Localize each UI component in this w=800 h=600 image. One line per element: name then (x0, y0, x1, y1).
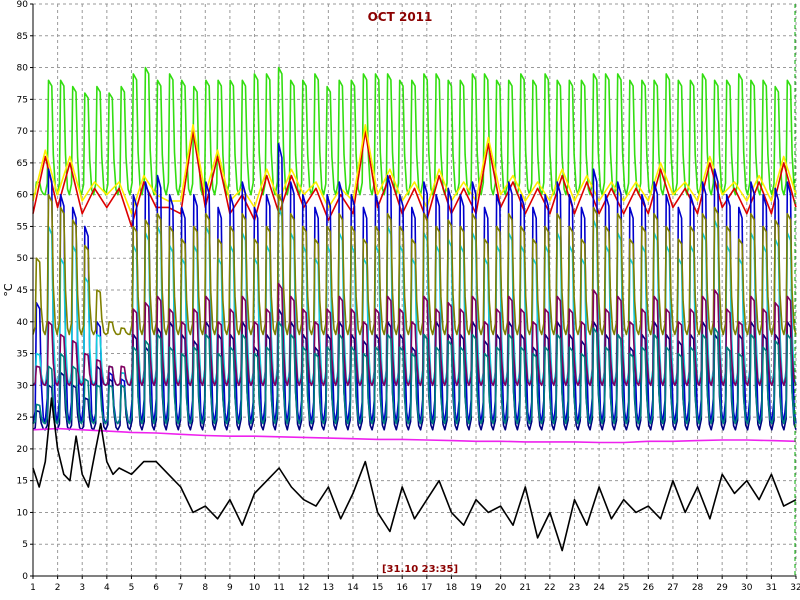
temperature-chart: 0510152025303540455055606570758085901 2 3 4… (0, 0, 800, 600)
x-tick-label: 24 (593, 583, 605, 593)
x-tick-label: 4 (104, 583, 110, 593)
x-tick-label: 12 (298, 583, 309, 593)
x-tick-label: 25 (618, 583, 629, 593)
y-tick-label: 50 (17, 254, 29, 264)
x-tick-label: 29 (716, 583, 728, 593)
x-tick-label: 17 (421, 583, 432, 593)
y-tick-label: 35 (17, 350, 28, 360)
x-tick-label: 18 (446, 583, 458, 593)
y-tick-label: 85 (17, 32, 28, 42)
x-tick-label: 23 (569, 583, 580, 593)
x-tick-label: 31 (766, 583, 777, 593)
x-tick-label: 30 (741, 583, 753, 593)
x-tick-label: 13 (323, 583, 334, 593)
x-tick-label: 27 (667, 583, 678, 593)
x-tick-label: 6 (153, 583, 159, 593)
x-tick-label: 32 (790, 583, 800, 593)
chart-title: OCT 2011 (368, 10, 433, 24)
x-tick-label: 21 (520, 583, 531, 593)
y-tick-label: 65 (17, 159, 28, 169)
y-tick-label: 60 (17, 191, 29, 201)
y-tick-label: 80 (17, 64, 29, 74)
x-tick-label: 15 (372, 583, 383, 593)
x-tick-label: 9 (227, 583, 233, 593)
x-tick-label: 2 (55, 583, 61, 593)
y-tick-label: 30 (17, 381, 29, 391)
x-tick-label: 1 (30, 583, 36, 593)
x-tick-label: 7 (178, 583, 184, 593)
y-tick-label: 0 (22, 572, 28, 582)
cursor-timestamp: [31.10 23:35] (382, 564, 458, 575)
y-tick-label: 10 (17, 508, 29, 518)
y-tick-label: 75 (17, 95, 28, 105)
y-axis-unit: °C (2, 283, 15, 297)
y-tick-label: 5 (22, 540, 28, 550)
y-tick-label: 20 (17, 445, 29, 455)
y-tick-label: 15 (17, 477, 28, 487)
x-tick-label: 22 (544, 583, 555, 593)
x-tick-label: 11 (273, 583, 284, 593)
x-tick-label: 14 (347, 583, 359, 593)
x-tick-label: 20 (495, 583, 507, 593)
x-tick-label: 26 (643, 583, 655, 593)
y-tick-label: 55 (17, 222, 28, 232)
x-tick-label: 19 (470, 583, 482, 593)
x-tick-label: 5 (129, 583, 135, 593)
x-tick-label: 3 (79, 583, 85, 593)
x-tick-label: 8 (202, 583, 208, 593)
x-tick-label: 10 (249, 583, 261, 593)
y-tick-label: 40 (17, 318, 29, 328)
y-tick-label: 70 (17, 127, 29, 137)
y-tick-label: 45 (17, 286, 28, 296)
y-tick-label: 90 (17, 0, 29, 10)
y-tick-label: 25 (17, 413, 28, 423)
chart-container: 0 5 10 15 20 25 30 35 40 45 50 55 60 65 70 75 80 85 90 1 2 3 4… (0, 0, 800, 600)
x-tick-label: 28 (692, 583, 704, 593)
x-tick-label: 16 (396, 583, 408, 593)
